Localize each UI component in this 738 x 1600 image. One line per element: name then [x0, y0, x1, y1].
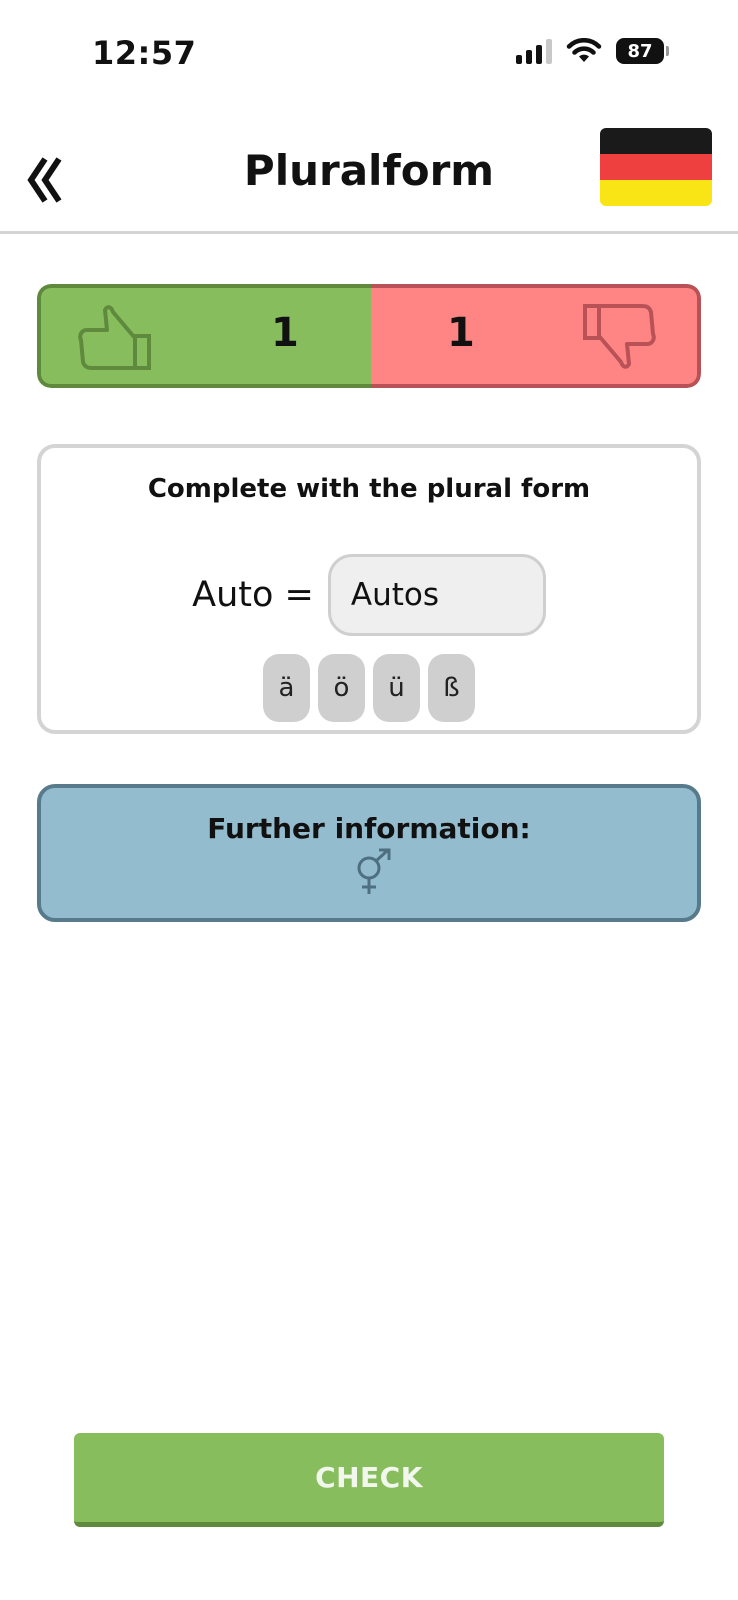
singular-word: Auto = [192, 575, 314, 615]
key-o-umlaut[interactable]: ö [318, 654, 365, 722]
word-text: Auto [192, 575, 274, 615]
wrong-score-panel: 1 [371, 284, 701, 388]
correct-count: 1 [271, 310, 299, 356]
question-row: Auto = [41, 554, 697, 636]
exercise-card: Complete with the plural form Auto = ä ö… [37, 444, 701, 734]
wifi-icon [566, 38, 602, 62]
equals-sign: = [284, 575, 314, 615]
key-eszett[interactable]: ß [428, 654, 475, 722]
plural-answer-input[interactable] [327, 554, 546, 636]
key-u-umlaut[interactable]: ü [373, 654, 420, 722]
wrong-count: 1 [447, 310, 475, 356]
status-bar: 12:57 87 [0, 0, 738, 110]
battery-icon: 87 [616, 38, 669, 64]
score-bar: 1 1 [37, 284, 701, 388]
instruction-text: Complete with the plural form [147, 474, 591, 504]
info-title: Further information: [207, 812, 531, 845]
status-time: 12:57 [92, 34, 197, 72]
thumbs-down-icon [583, 304, 656, 369]
special-character-keys: ä ö ü ß [41, 654, 697, 722]
signal-icon [516, 38, 552, 64]
battery-level: 87 [627, 40, 653, 62]
thumbs-up-icon [78, 305, 151, 370]
key-a-umlaut[interactable]: ä [263, 654, 310, 722]
further-information-card[interactable]: Further information: [37, 784, 701, 922]
check-button[interactable]: CHECK [74, 1433, 664, 1527]
status-icons: 87 [516, 38, 669, 64]
german-flag-icon[interactable] [600, 128, 712, 206]
gender-neutral-icon [357, 848, 391, 894]
header: Pluralform [0, 110, 738, 234]
correct-score-panel: 1 [37, 284, 371, 388]
app-screen: 12:57 87 Pluralform 1 1 Complete with th… [0, 0, 738, 1600]
